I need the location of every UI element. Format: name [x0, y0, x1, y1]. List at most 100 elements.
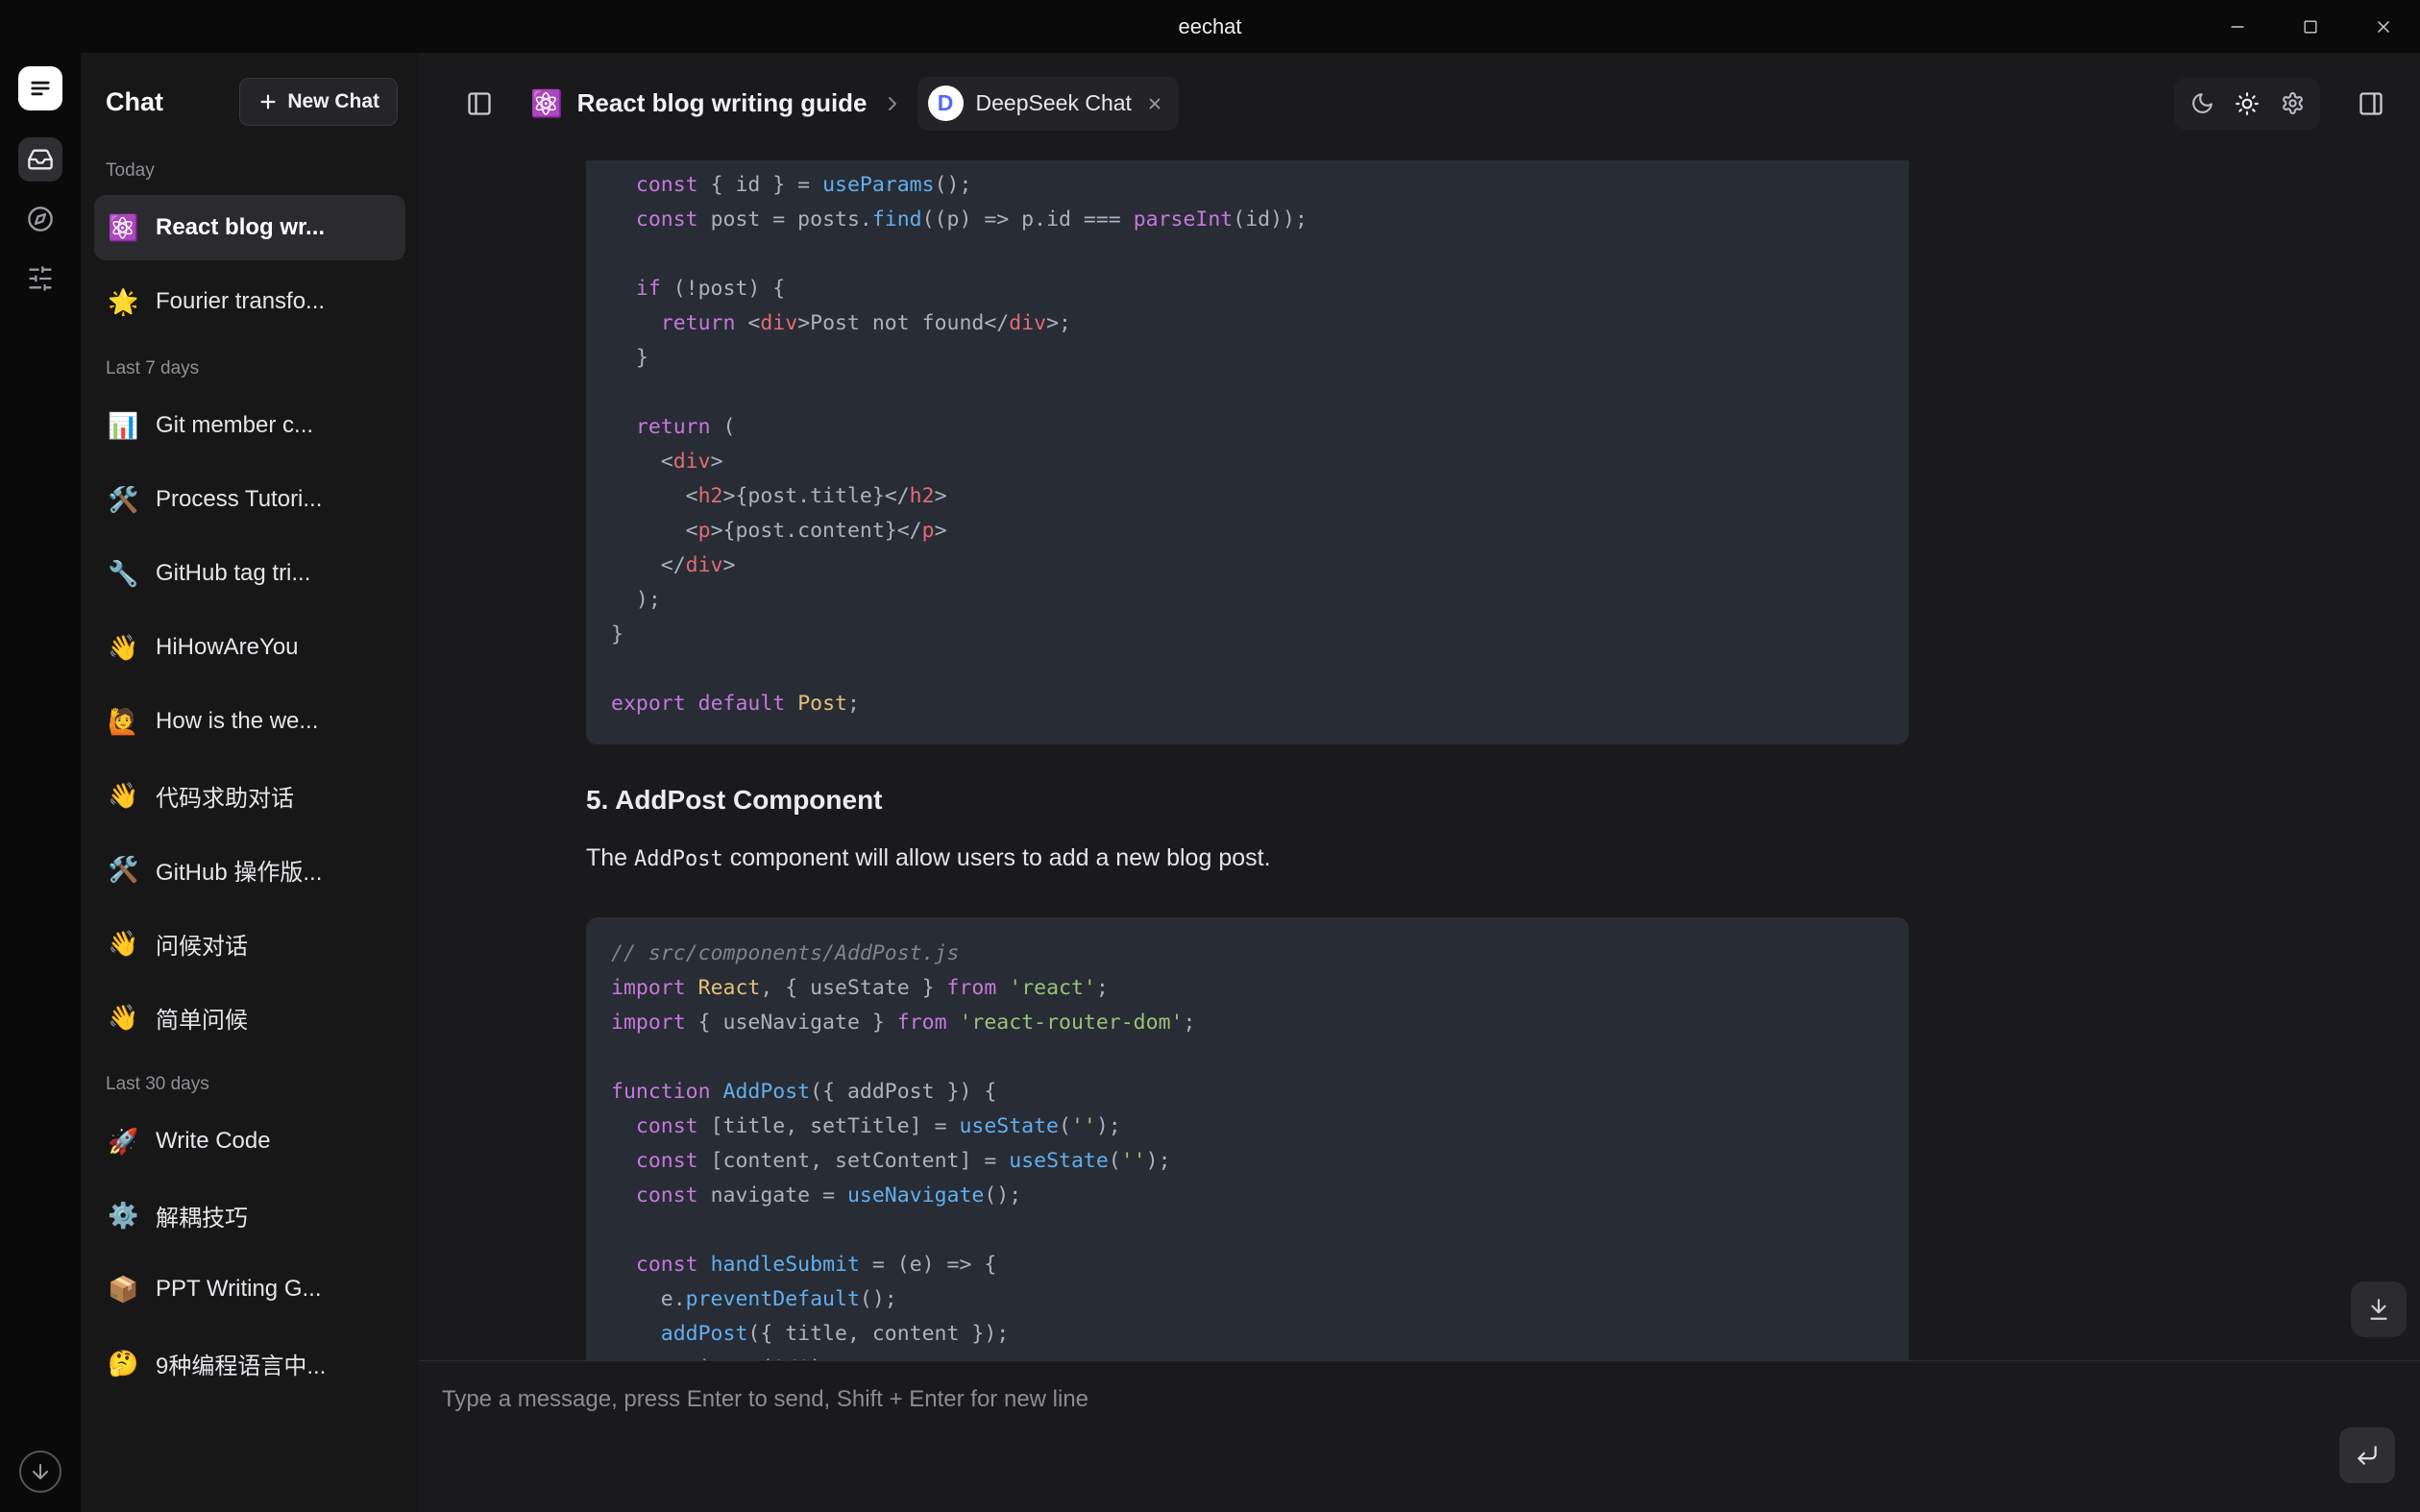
- sun-icon: [2235, 91, 2260, 116]
- code-line: const navigate = useNavigate();: [611, 1179, 1884, 1213]
- paragraph-text: The: [586, 844, 634, 871]
- minimize-button[interactable]: [2201, 0, 2274, 53]
- close-tab-icon: [1146, 95, 1163, 112]
- new-chat-button[interactable]: New Chat: [239, 78, 398, 126]
- app-body: Chat New Chat Today ⚛️ React blog wr... 🌟 Fo…: [0, 53, 2420, 1512]
- paragraph-text: component will allow users to add a new …: [723, 844, 1271, 871]
- app-logo-icon: [27, 75, 54, 102]
- history-group-label: Last 30 days: [94, 1059, 405, 1109]
- sidebar-header: Chat New Chat: [81, 53, 419, 145]
- gear-icon: [2281, 91, 2305, 115]
- chat-history-item[interactable]: 👋问候对话: [94, 911, 405, 976]
- code-line: navigate('/');: [611, 1352, 1884, 1361]
- code-line: );: [611, 583, 1884, 618]
- scroll-to-bottom-button[interactable]: [2351, 1281, 2407, 1337]
- code-line: [611, 237, 1884, 272]
- code-line: [611, 652, 1884, 687]
- code-line: [611, 1213, 1884, 1248]
- close-model-tab-button[interactable]: [1146, 95, 1163, 112]
- icon-rail: [0, 53, 81, 1512]
- chat-history-item[interactable]: 🤔9种编程语言中...: [94, 1330, 405, 1396]
- chat-item-emoji: 👋: [108, 1003, 142, 1033]
- code-line: [611, 376, 1884, 410]
- chat-history-item[interactable]: 🛠️GitHub 操作版...: [94, 837, 405, 902]
- chat-item-emoji: 🤔: [108, 1349, 142, 1378]
- model-name: DeepSeek Chat: [976, 90, 1132, 116]
- message-input[interactable]: [419, 1361, 2420, 1512]
- chat-item-label: 简单问候: [156, 1001, 248, 1035]
- maximize-button[interactable]: [2274, 0, 2347, 53]
- chat-item-label: PPT Writing G...: [156, 1276, 322, 1303]
- chat-item-label: Git member c...: [156, 412, 313, 439]
- theme-toggle-group: [2174, 78, 2320, 130]
- chat-item-emoji: 🛠️: [108, 485, 142, 515]
- chats-nav-button[interactable]: [18, 137, 62, 182]
- composer: [419, 1360, 2420, 1512]
- code-line: [611, 1040, 1884, 1075]
- minimize-icon: [2227, 16, 2248, 37]
- window-title: eechat: [1178, 14, 1241, 39]
- chat-emoji: ⚛️: [530, 88, 563, 119]
- sidebar-title: Chat: [106, 87, 163, 117]
- arrow-down-to-line-icon: [2366, 1297, 2391, 1322]
- plus-icon: [257, 91, 279, 112]
- code-line: addPost({ title, content });: [611, 1317, 1884, 1352]
- titlebar: eechat: [0, 0, 2420, 53]
- close-button[interactable]: [2347, 0, 2420, 53]
- chat-history-item[interactable]: 👋代码求助对话: [94, 763, 405, 828]
- chat-history-item[interactable]: 🛠️ Process Tutori...: [94, 467, 405, 532]
- chat-history-list: Today ⚛️ React blog wr... 🌟 Fourier transfo.…: [81, 145, 419, 1512]
- main-panel: ⚛️ React blog writing guide D DeepSeek C…: [419, 53, 2420, 1512]
- chat-history-item[interactable]: 📦PPT Writing G...: [94, 1256, 405, 1322]
- code-line: if (!post) {: [611, 272, 1884, 306]
- main-header: ⚛️ React blog writing guide D DeepSeek C…: [419, 53, 2420, 154]
- chat-history-item[interactable]: 🌟 Fourier transfo...: [94, 269, 405, 334]
- chat-item-emoji: 👋: [108, 929, 142, 959]
- theme-settings-button[interactable]: [2273, 85, 2311, 123]
- chat-item-emoji: ⚛️: [108, 213, 142, 243]
- message-paragraph: The AddPost component will allow users t…: [586, 841, 1909, 877]
- model-tab[interactable]: D DeepSeek Chat: [917, 77, 1179, 131]
- toggle-sidebar-button[interactable]: [457, 82, 501, 126]
- code-line: import React, { useState } from 'react';: [611, 971, 1884, 1006]
- chat-item-emoji: 🙋: [108, 707, 142, 737]
- chat-item-label: How is the we...: [156, 708, 318, 735]
- chat-history-item[interactable]: ⚙️解耦技巧: [94, 1183, 405, 1248]
- dark-mode-button[interactable]: [2183, 85, 2221, 123]
- chat-item-emoji: 🚀: [108, 1127, 142, 1157]
- code-line: function AddPost({ addPost }) {: [611, 1075, 1884, 1110]
- chat-history-item[interactable]: 👋HiHowAreYou: [94, 615, 405, 680]
- code-line: const handleSubmit = (e) => {: [611, 1248, 1884, 1282]
- chat-item-emoji: 👋: [108, 633, 142, 663]
- settings-nav-button[interactable]: [18, 256, 62, 301]
- code-line: e.preventDefault();: [611, 1282, 1884, 1317]
- code-content: // src/components/AddPost.jsimport React…: [611, 937, 1884, 1361]
- chat-history-item[interactable]: 🔧GitHub tag tri...: [94, 541, 405, 606]
- chat-history-item[interactable]: ⚛️ React blog wr...: [94, 195, 405, 260]
- chevron-right-icon: [881, 92, 904, 115]
- maximize-icon: [2301, 17, 2320, 37]
- moon-icon: [2190, 91, 2214, 115]
- chat-history-item[interactable]: 📊Git member c...: [94, 393, 405, 458]
- chat-item-label: React blog wr...: [156, 214, 325, 241]
- code-line: import { useNavigate } from 'react-route…: [611, 1006, 1884, 1040]
- rail-down-arrow-button[interactable]: [19, 1451, 61, 1493]
- chat-history-item[interactable]: 🚀Write Code: [94, 1109, 405, 1174]
- window-controls: [2201, 0, 2420, 53]
- history-group-label: Today: [94, 145, 405, 195]
- app-logo-button[interactable]: [18, 66, 62, 110]
- code-block-post: const { id } = useParams(); const post =…: [586, 160, 1909, 744]
- chat-messages[interactable]: const { id } = useParams(); const post =…: [419, 154, 2420, 1360]
- chat-history-item[interactable]: 👋 简单问候: [94, 985, 405, 1050]
- light-mode-button[interactable]: [2228, 85, 2266, 123]
- send-button[interactable]: [2339, 1427, 2395, 1483]
- chat-item-emoji: ⚙️: [108, 1201, 142, 1231]
- chat-item-emoji: 🌟: [108, 287, 142, 317]
- toggle-right-panel-button[interactable]: [2349, 82, 2393, 126]
- compass-icon: [27, 206, 54, 232]
- chat-item-label: Process Tutori...: [156, 486, 322, 513]
- header-actions: [2174, 78, 2393, 130]
- chat-item-label: Fourier transfo...: [156, 288, 325, 315]
- chat-history-item[interactable]: 🙋 How is the we...: [94, 689, 405, 754]
- discover-nav-button[interactable]: [18, 197, 62, 241]
